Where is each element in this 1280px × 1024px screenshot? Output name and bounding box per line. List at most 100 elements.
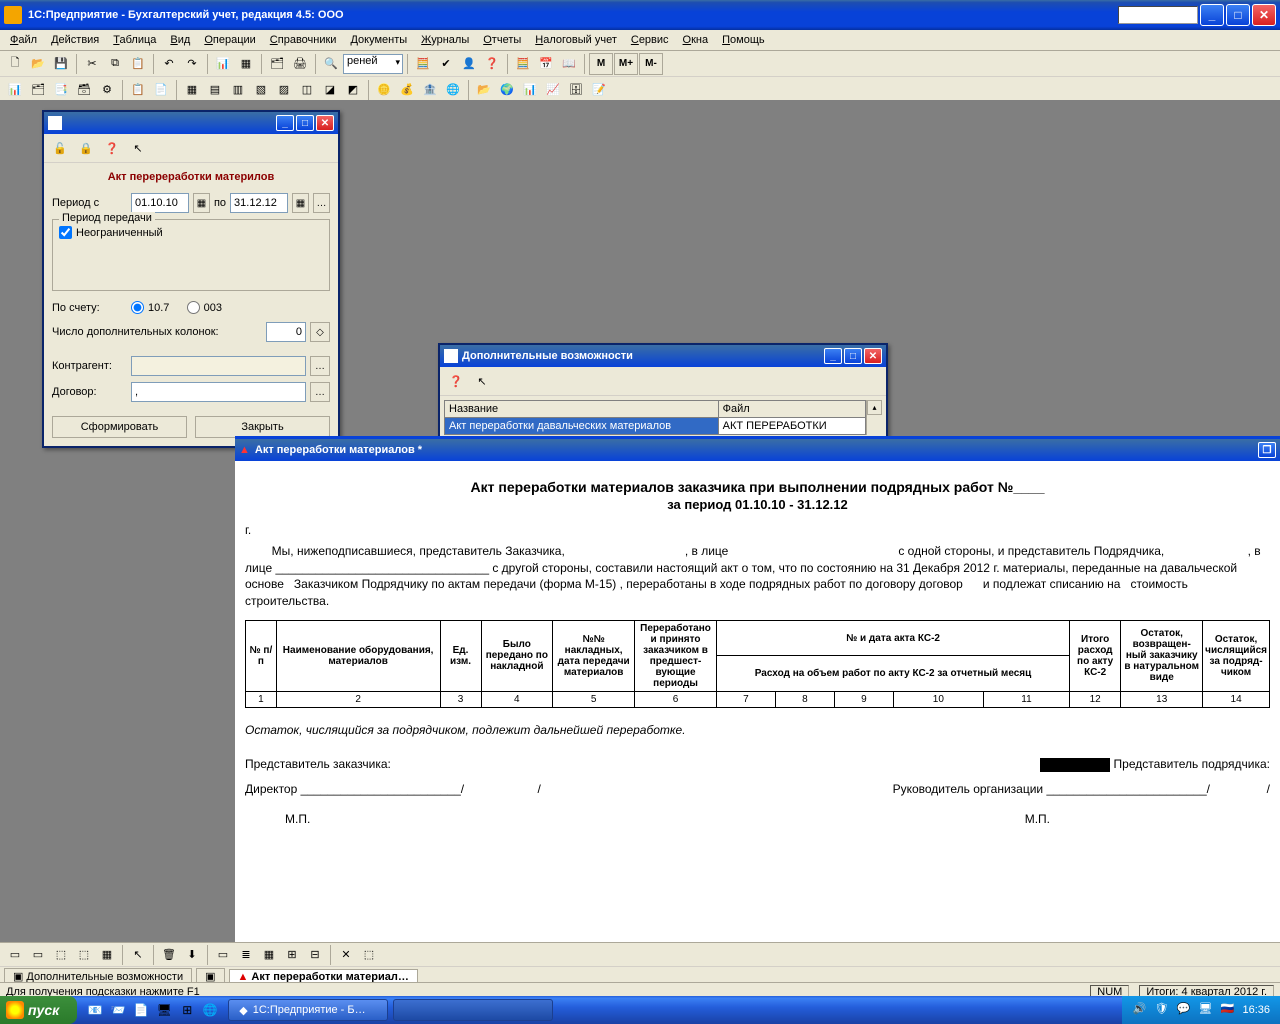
ql-2-icon[interactable]: 📨 bbox=[108, 1000, 128, 1020]
contract-select-button[interactable]: … bbox=[310, 382, 330, 402]
copy-icon[interactable]: ⧉ bbox=[104, 53, 126, 75]
document-titlebar[interactable]: ▲ Акт переработки материалов * ❐ bbox=[235, 439, 1280, 461]
t2-11-icon[interactable]: ▧ bbox=[250, 79, 272, 101]
tb-calc-icon[interactable]: 🧮 bbox=[512, 53, 534, 75]
form-close2-button[interactable]: Закрыть bbox=[195, 416, 330, 438]
bt4-icon[interactable]: ⬚ bbox=[73, 944, 95, 966]
chart-icon[interactable]: 📊 bbox=[212, 53, 234, 75]
table-row[interactable]: Акт переработки давальческих материаловА… bbox=[445, 418, 866, 435]
unlimited-check-input[interactable] bbox=[59, 226, 72, 239]
counterparty-select-button[interactable]: … bbox=[310, 356, 330, 376]
features-minimize-button[interactable]: _ bbox=[824, 348, 842, 364]
tray-flag-icon[interactable]: 🇷🇺 bbox=[1220, 1002, 1236, 1018]
t2-12-icon[interactable]: ▨ bbox=[273, 79, 295, 101]
ql-1-icon[interactable]: 📧 bbox=[85, 1000, 105, 1020]
row-file[interactable]: АКТ ПЕРЕРАБОТКИ bbox=[718, 418, 865, 435]
paste-icon[interactable]: 📋 bbox=[127, 53, 149, 75]
bt10-icon[interactable]: ≣ bbox=[235, 944, 257, 966]
start-button[interactable]: пуск bbox=[0, 996, 77, 1024]
tray-2-icon[interactable]: 🛡 bbox=[1154, 1002, 1170, 1018]
t2-8-icon[interactable]: ▦ bbox=[181, 79, 203, 101]
ql-3-icon[interactable]: 📄 bbox=[131, 1000, 151, 1020]
extra-cols-spinner-icon[interactable]: ◇ bbox=[310, 322, 330, 342]
counterparty-input[interactable] bbox=[131, 356, 306, 376]
features-scrollbar[interactable]: ▴ bbox=[866, 400, 882, 435]
menu-operations[interactable]: Операции bbox=[198, 32, 261, 48]
save-icon[interactable]: 💾 bbox=[50, 53, 72, 75]
bt3-icon[interactable]: ⬚ bbox=[50, 944, 72, 966]
account-107-radio[interactable]: 10.7 bbox=[131, 301, 169, 314]
form-tb2-icon[interactable]: 🔒 bbox=[75, 137, 97, 159]
cut-icon[interactable]: ✂ bbox=[81, 53, 103, 75]
tray-1-icon[interactable]: 🔊 bbox=[1132, 1002, 1148, 1018]
bt7-icon[interactable]: 🗑 bbox=[158, 944, 180, 966]
menu-documents[interactable]: Документы bbox=[344, 32, 413, 48]
tb-b-icon[interactable]: ✔ bbox=[435, 53, 457, 75]
bt5-icon[interactable]: ▦ bbox=[96, 944, 118, 966]
redo-icon[interactable]: ↷ bbox=[181, 53, 203, 75]
t2-3-icon[interactable]: 📑 bbox=[50, 79, 72, 101]
t2-21-icon[interactable]: 🌍 bbox=[496, 79, 518, 101]
tb-c-icon[interactable]: 👤 bbox=[458, 53, 480, 75]
features-help-icon[interactable]: ❓ bbox=[445, 370, 467, 392]
form-tb3-icon[interactable]: ❓ bbox=[101, 137, 123, 159]
bt8-icon[interactable]: ⬇ bbox=[181, 944, 203, 966]
t2-24-icon[interactable]: 🗄 bbox=[565, 79, 587, 101]
menu-file[interactable]: Файл bbox=[4, 32, 43, 48]
date-from-picker-icon[interactable]: ▦ bbox=[193, 193, 210, 213]
new-icon[interactable]: 🗋 bbox=[4, 53, 26, 75]
t2-2-icon[interactable]: 🗂 bbox=[27, 79, 49, 101]
t2-14-icon[interactable]: ◪ bbox=[319, 79, 341, 101]
tb-a-icon[interactable]: 🧮 bbox=[412, 53, 434, 75]
form-close-button[interactable]: ✕ bbox=[316, 115, 334, 131]
contract-input[interactable] bbox=[131, 382, 306, 402]
form-maximize-button[interactable]: □ bbox=[296, 115, 314, 131]
ql-5-icon[interactable]: ⊞ bbox=[177, 1000, 197, 1020]
col-file[interactable]: Файл bbox=[718, 401, 865, 418]
generate-button[interactable]: Сформировать bbox=[52, 416, 187, 438]
t2-1-icon[interactable]: 📊 bbox=[4, 79, 26, 101]
bt6-icon[interactable]: ↖ bbox=[127, 944, 149, 966]
period-more-button[interactable]: … bbox=[313, 193, 330, 213]
print-icon[interactable]: 🖨 bbox=[289, 53, 311, 75]
m-button[interactable]: М bbox=[589, 53, 613, 75]
form-tb1-icon[interactable]: 🔓 bbox=[49, 137, 71, 159]
bt15-icon[interactable]: ⬚ bbox=[358, 944, 380, 966]
bt14-icon[interactable]: ✕ bbox=[335, 944, 357, 966]
ql-4-icon[interactable]: 🖥 bbox=[154, 1000, 174, 1020]
t2-10-icon[interactable]: ▥ bbox=[227, 79, 249, 101]
menu-catalogs[interactable]: Справочники bbox=[264, 32, 343, 48]
form-titlebar[interactable]: _ □ ✕ bbox=[44, 112, 338, 134]
tray-clock[interactable]: 16:36 bbox=[1242, 1004, 1270, 1016]
account-003-radio[interactable]: 003 bbox=[187, 301, 222, 314]
t2-18-icon[interactable]: 🏦 bbox=[419, 79, 441, 101]
t2-7-icon[interactable]: 📄 bbox=[150, 79, 172, 101]
bt1-icon[interactable]: ▭ bbox=[4, 944, 26, 966]
unlimited-checkbox[interactable]: Неограниченный bbox=[59, 226, 323, 239]
taskbar-app-button[interactable]: ◆ 1С:Предприятие - Б… bbox=[228, 999, 388, 1021]
features-arrow-icon[interactable]: ↖ bbox=[471, 370, 493, 392]
menu-table[interactable]: Таблица bbox=[107, 32, 162, 48]
tb-book-icon[interactable]: 📖 bbox=[558, 53, 580, 75]
bt11-icon[interactable]: ▦ bbox=[258, 944, 280, 966]
t2-25-icon[interactable]: 📝 bbox=[588, 79, 610, 101]
ql-6-icon[interactable]: 🌐 bbox=[200, 1000, 220, 1020]
features-maximize-button[interactable]: □ bbox=[844, 348, 862, 364]
t2-9-icon[interactable]: ▤ bbox=[204, 79, 226, 101]
date-to-picker-icon[interactable]: ▦ bbox=[292, 193, 309, 213]
t2-23-icon[interactable]: 📈 bbox=[542, 79, 564, 101]
m-plus-button[interactable]: М+ bbox=[614, 53, 638, 75]
extra-cols-input[interactable] bbox=[266, 322, 306, 342]
bt9-icon[interactable]: ▭ bbox=[212, 944, 234, 966]
t2-6-icon[interactable]: 📋 bbox=[127, 79, 149, 101]
t2-19-icon[interactable]: 🌐 bbox=[442, 79, 464, 101]
menu-tax[interactable]: Налоговый учет bbox=[529, 32, 623, 48]
menu-actions[interactable]: Действия bbox=[45, 32, 105, 48]
undo-icon[interactable]: ↶ bbox=[158, 53, 180, 75]
tb-d-icon[interactable]: ❓ bbox=[481, 53, 503, 75]
bt13-icon[interactable]: ⊟ bbox=[304, 944, 326, 966]
tray-4-icon[interactable]: 🖥 bbox=[1198, 1002, 1214, 1018]
t2-20-icon[interactable]: 📂 bbox=[473, 79, 495, 101]
menu-journals[interactable]: Журналы bbox=[415, 32, 475, 48]
props-icon[interactable]: 🗂 bbox=[266, 53, 288, 75]
